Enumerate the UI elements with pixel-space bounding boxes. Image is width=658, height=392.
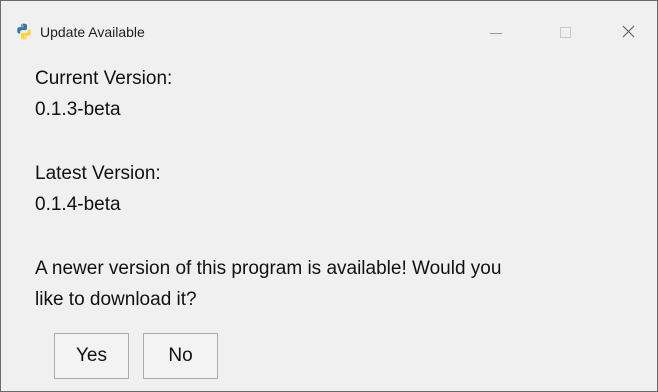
- current-version-label: Current Version:: [35, 68, 173, 89]
- python-logo-icon: [16, 23, 32, 40]
- update-message-line-1: A newer version of this program is avail…: [35, 258, 502, 279]
- maximize-button[interactable]: [541, 13, 587, 43]
- window-title: Update Available: [40, 24, 145, 40]
- update-message-line-2: like to download it?: [35, 289, 197, 310]
- close-icon: [622, 25, 635, 38]
- no-button[interactable]: No: [143, 333, 218, 379]
- minimize-button[interactable]: [481, 13, 527, 43]
- minimize-icon: [490, 33, 502, 34]
- close-button[interactable]: [601, 13, 647, 43]
- latest-version-label: Latest Version:: [35, 163, 161, 184]
- yes-button[interactable]: Yes: [54, 333, 129, 379]
- current-version-value: 0.1.3-beta: [35, 99, 121, 120]
- title-bar[interactable]: Update Available: [1, 1, 657, 43]
- update-dialog-window: Update Available Current Version: 0.1.3-…: [0, 0, 658, 392]
- maximize-icon: [560, 27, 571, 38]
- latest-version-value: 0.1.4-beta: [35, 194, 121, 215]
